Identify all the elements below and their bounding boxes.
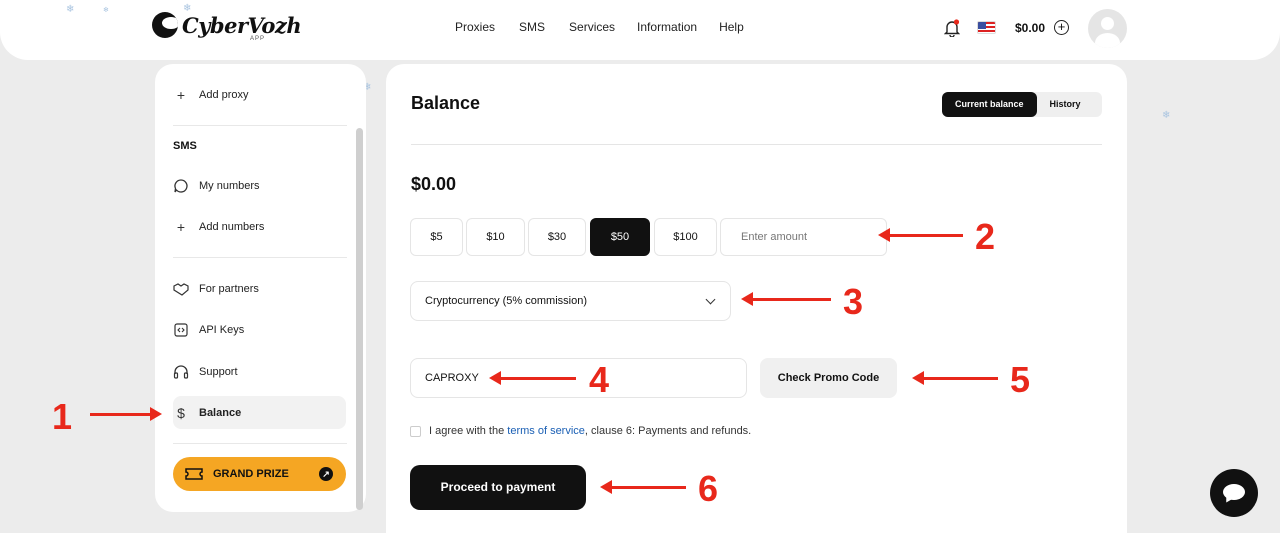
annotation-number-4: 4 bbox=[589, 359, 610, 400]
logo-subtext: APP bbox=[250, 36, 266, 42]
annotation-arrow bbox=[600, 480, 686, 494]
ticket-icon bbox=[185, 468, 203, 480]
sidebar-scrollbar[interactable] bbox=[356, 128, 363, 510]
annotation-arrow bbox=[741, 292, 831, 306]
terms-link[interactable]: terms of service bbox=[507, 425, 585, 437]
balance-tabs: Current balance History bbox=[942, 92, 1102, 117]
snowflake-icon: ❄ bbox=[66, 4, 75, 15]
chat-bubble-button[interactable] bbox=[1210, 469, 1258, 517]
us-flag-icon[interactable] bbox=[977, 21, 996, 34]
amount-chip-5[interactable]: $5 bbox=[410, 218, 463, 256]
code-icon bbox=[174, 323, 188, 337]
avatar[interactable] bbox=[1088, 9, 1127, 48]
annotation-number-2: 2 bbox=[975, 216, 996, 257]
sidebar-item-label: API Keys bbox=[199, 324, 245, 336]
annotation-arrow bbox=[489, 371, 576, 385]
amount-chip-10[interactable]: $10 bbox=[466, 218, 525, 256]
grand-prize-label: GRAND PRIZE bbox=[213, 468, 289, 480]
nav-information[interactable]: Information bbox=[637, 20, 697, 34]
grand-prize-button[interactable]: GRAND PRIZE ↗ bbox=[173, 457, 346, 491]
annotation-number-3: 3 bbox=[843, 281, 864, 322]
logo-text: CyberVozh bbox=[182, 12, 302, 38]
nav-proxies[interactable]: Proxies bbox=[455, 20, 495, 34]
sidebar-item-label: Support bbox=[199, 366, 238, 378]
sidebar-item-label: My numbers bbox=[199, 180, 260, 192]
sidebar-item-my-numbers[interactable]: My numbers bbox=[173, 178, 260, 194]
arrow-up-right-icon: ↗ bbox=[319, 467, 333, 481]
custom-amount-input[interactable]: Enter amount bbox=[720, 218, 887, 256]
current-balance-amount: $0.00 bbox=[411, 174, 457, 194]
sidebar-item-label: For partners bbox=[199, 283, 259, 295]
dollar-icon: $ bbox=[177, 405, 185, 421]
promo-code-input[interactable]: CAPROXY bbox=[410, 358, 747, 398]
logo-mark-icon bbox=[152, 12, 178, 38]
check-promo-button[interactable]: Check Promo Code bbox=[760, 358, 897, 398]
divider bbox=[411, 144, 1102, 145]
snowflake-icon: ❄ bbox=[1162, 110, 1171, 121]
annotation-arrow bbox=[90, 407, 162, 421]
sidebar-item-support[interactable]: Support bbox=[173, 364, 238, 380]
divider bbox=[173, 257, 347, 258]
tab-history[interactable]: History bbox=[1037, 92, 1094, 117]
annotation-arrow bbox=[912, 371, 998, 385]
plus-icon: + bbox=[176, 87, 186, 103]
sidebar: + Add proxy SMS My numbers + Add numbers… bbox=[155, 64, 366, 512]
tab-current-balance[interactable]: Current balance bbox=[942, 92, 1037, 117]
terms-suffix: , clause 6: Payments and refunds. bbox=[584, 425, 752, 437]
snowflake-icon: ❄ bbox=[183, 3, 192, 14]
terms-prefix: I agree with the bbox=[429, 425, 505, 437]
sidebar-item-balance[interactable]: $ Balance bbox=[173, 405, 241, 421]
sidebar-item-for-partners[interactable]: For partners bbox=[173, 281, 259, 297]
chevron-down-icon bbox=[705, 294, 716, 305]
plus-icon: + bbox=[176, 219, 186, 235]
nav-help[interactable]: Help bbox=[719, 20, 744, 34]
sidebar-section-sms: SMS bbox=[173, 140, 197, 152]
terms-checkbox[interactable] bbox=[410, 425, 421, 437]
annotation-number-1: 1 bbox=[52, 396, 73, 437]
annotation-arrow bbox=[878, 228, 963, 242]
amount-chip-50[interactable]: $50 bbox=[590, 218, 650, 256]
sidebar-item-label: Add proxy bbox=[199, 89, 249, 101]
page-title: Balance bbox=[411, 93, 481, 113]
header-balance: $0.00 bbox=[1015, 21, 1046, 35]
proceed-to-payment-button[interactable]: Proceed to payment bbox=[410, 465, 586, 510]
sidebar-item-api-keys[interactable]: API Keys bbox=[173, 322, 244, 338]
divider bbox=[173, 443, 347, 444]
snowflake-icon: ❄ bbox=[103, 7, 109, 14]
terms-agreement: I agree with the terms of service, claus… bbox=[410, 425, 751, 437]
headset-icon bbox=[173, 365, 189, 379]
annotation-number-5: 5 bbox=[1010, 359, 1031, 400]
sidebar-item-label: Add numbers bbox=[199, 221, 265, 233]
divider bbox=[173, 125, 347, 126]
sidebar-item-add-proxy[interactable]: + Add proxy bbox=[173, 87, 249, 103]
plus-circle-icon[interactable]: + bbox=[1054, 20, 1069, 35]
amount-chip-30[interactable]: $30 bbox=[528, 218, 586, 256]
nav-sms[interactable]: SMS bbox=[519, 20, 545, 34]
main-nav: Proxies SMS Services Information Help bbox=[455, 20, 766, 34]
nav-services[interactable]: Services bbox=[569, 20, 615, 34]
payment-method-value: Cryptocurrency (5% commission) bbox=[425, 295, 587, 307]
annotation-number-6: 6 bbox=[698, 468, 719, 509]
sidebar-item-label: Balance bbox=[199, 407, 242, 419]
amount-chip-100[interactable]: $100 bbox=[654, 218, 717, 256]
bell-icon[interactable] bbox=[944, 19, 960, 37]
chat-bubble-icon bbox=[174, 179, 188, 193]
sidebar-item-add-numbers[interactable]: + Add numbers bbox=[173, 219, 265, 235]
payment-method-select[interactable]: Cryptocurrency (5% commission) bbox=[410, 281, 731, 321]
top-navbar: CyberVozh APP Proxies SMS Services Infor… bbox=[0, 0, 1280, 60]
handshake-icon bbox=[173, 283, 189, 296]
terms-text: I agree with the terms of service, claus… bbox=[429, 425, 751, 437]
logo[interactable]: CyberVozh APP bbox=[152, 12, 302, 42]
